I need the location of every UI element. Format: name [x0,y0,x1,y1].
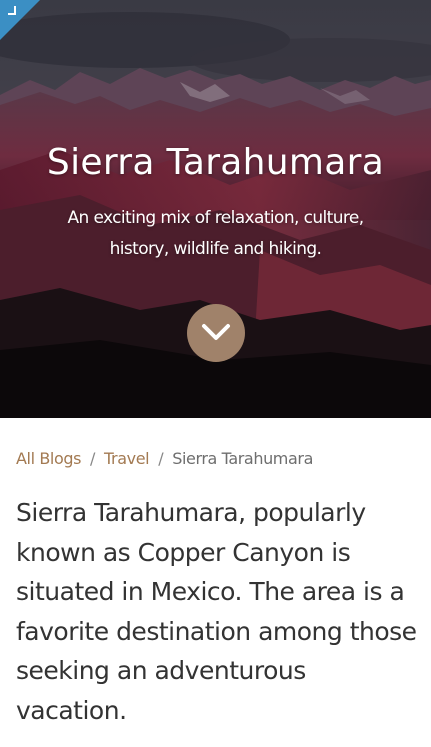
breadcrumb-separator: / [90,449,96,468]
page-title: Sierra Tarahumara [46,142,385,183]
arrow-corner-icon[interactable] [6,5,18,17]
article-intro: Sierra Tarahumara, popularly known as Co… [16,498,417,725]
breadcrumb-separator: / [158,449,164,468]
breadcrumb: All Blogs / Travel / Sierra Tarahumara [16,449,416,468]
breadcrumb-link-travel[interactable]: Travel [104,449,150,468]
hero-banner: Sierra Tarahumara An exciting mix of rel… [0,0,431,418]
hero-subtitle: An exciting mix of relaxation, culture, … [67,208,364,259]
breadcrumb-current: Sierra Tarahumara [172,449,313,468]
page: Sierra Tarahumara An exciting mix of rel… [0,0,431,747]
chevron-down-icon [202,324,230,340]
breadcrumb-link-all-blogs[interactable]: All Blogs [16,449,81,468]
scroll-down-button[interactable] [187,304,245,362]
